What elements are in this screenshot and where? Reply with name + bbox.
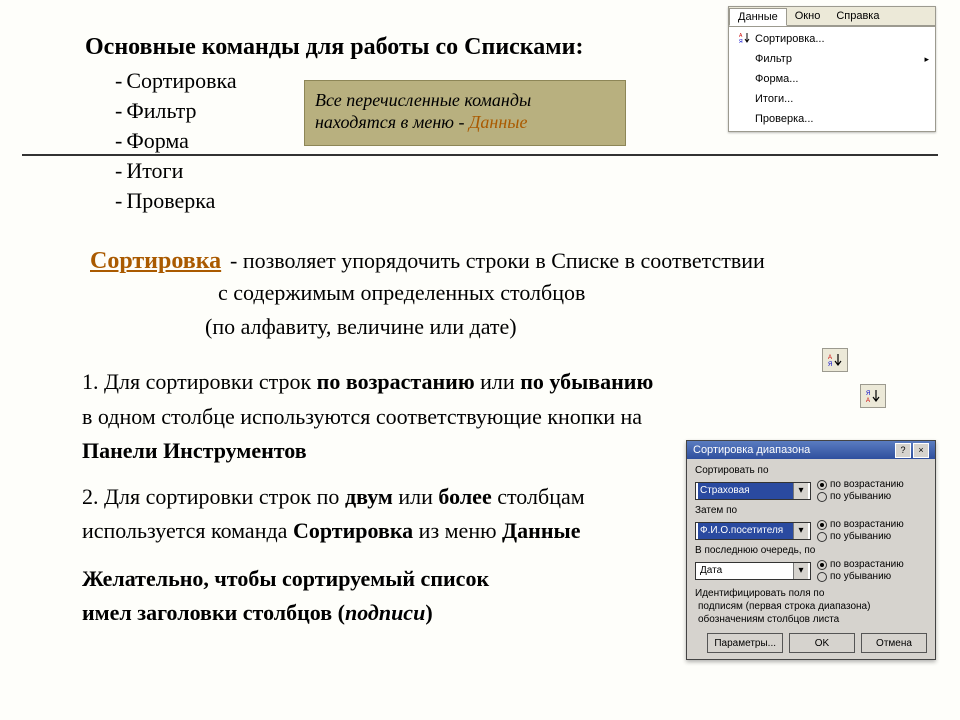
svg-text:Я: Я (866, 391, 870, 397)
step-1-line-1: 1. Для сортировки строк по возрастанию и… (82, 365, 653, 399)
page-title: Основные команды для работы со Списками: (85, 34, 583, 61)
params-button[interactable]: Параметры... (707, 633, 783, 653)
ok-button[interactable]: OK (789, 633, 855, 653)
sort-heading: Сортировка (90, 248, 221, 275)
label-identify: Идентифицировать поля по (695, 588, 927, 599)
combo-last-by[interactable]: Дата ▾ (695, 562, 811, 580)
bullet-check: Проверка (126, 188, 215, 213)
bullet-totals: Итоги (126, 158, 183, 183)
sort-icon: А Я (735, 32, 755, 46)
svg-text:Я: Я (828, 362, 832, 368)
chevron-down-icon[interactable]: ▾ (793, 523, 808, 539)
step-1-line-2: в одном столбце используются соответству… (82, 400, 642, 434)
svg-text:А: А (866, 398, 870, 404)
label-sort-by: Сортировать по (695, 465, 927, 476)
data-dropdown: А Я Сортировка... Фильтр ▸ Форма... Итог… (729, 26, 935, 131)
menu-help[interactable]: Справка (828, 8, 887, 24)
step-1-line-3: Панели Инструментов (82, 434, 307, 468)
data-menu-screenshot: Данные Окно Справка А Я Сортировка... Фи… (728, 6, 936, 132)
dialog-title: Сортировка диапазона (693, 441, 810, 459)
help-button[interactable]: ? (895, 443, 911, 458)
radio-ident-columns[interactable]: обозначениям столбцов листа (695, 614, 927, 625)
sort-dialog: Сортировка диапазона ? × Сортировать по … (686, 440, 936, 660)
bullet-sort: Сортировка (126, 68, 236, 93)
menu-data[interactable]: Данные (729, 8, 787, 26)
bullet-filter: Фильтр (126, 98, 196, 123)
note-line-2: имел заголовки столбцов (подписи) (82, 596, 433, 630)
menu-item-totals[interactable]: Итоги... (731, 89, 933, 109)
chevron-down-icon[interactable]: ▾ (793, 483, 808, 499)
step-2-line-1: 2. Для сортировки строк по двум или боле… (82, 480, 585, 514)
radio-desc-1[interactable]: по убыванию (817, 491, 904, 502)
sort-desc-1: - позволяет упорядочить строки в Списке … (230, 248, 765, 274)
menu-item-validation[interactable]: Проверка... (731, 109, 933, 129)
menu-window[interactable]: Окно (787, 8, 829, 24)
sort-asc-button[interactable]: А Я (822, 348, 848, 372)
bullet-form: Форма (126, 128, 189, 153)
svg-text:А: А (828, 355, 832, 361)
chevron-down-icon[interactable]: ▾ (793, 563, 808, 579)
combo-sort-by[interactable]: Страховая ▾ (695, 482, 811, 500)
divider (22, 154, 938, 156)
label-last-by: В последнюю очередь, по (695, 545, 927, 556)
radio-asc-2[interactable]: по возрастанию (817, 519, 904, 530)
radio-asc-3[interactable]: по возрастанию (817, 559, 904, 570)
menu-bar: Данные Окно Справка (729, 7, 935, 26)
sort-desc-2: с содержимым определенных столбцов (218, 280, 585, 306)
menu-item-form[interactable]: Форма... (731, 69, 933, 89)
cancel-button[interactable]: Отмена (861, 633, 927, 653)
radio-asc-1[interactable]: по возрастанию (817, 479, 904, 490)
step-2-line-2: используется команда Сортировка из меню … (82, 514, 580, 548)
note-line-1: Желательно, чтобы сортируемый список (82, 562, 489, 596)
close-button[interactable]: × (913, 443, 929, 458)
sort-desc-3: (по алфавиту, величине или дате) (205, 314, 517, 340)
note-highlight: Данные (469, 112, 528, 132)
svg-text:Я: Я (739, 39, 743, 44)
dialog-title-bar: Сортировка диапазона ? × (687, 441, 935, 459)
chevron-right-icon: ▸ (919, 54, 929, 65)
command-bullets: -Сортировка -Фильтр -Форма -Итоги -Прове… (115, 66, 237, 216)
menu-item-filter[interactable]: Фильтр ▸ (731, 49, 933, 69)
menu-note: Все перечисленные команды находятся в ме… (304, 80, 626, 146)
label-then-by: Затем по (695, 505, 927, 516)
menu-item-sort[interactable]: А Я Сортировка... (731, 29, 933, 49)
radio-desc-2[interactable]: по убыванию (817, 531, 904, 542)
radio-desc-3[interactable]: по убыванию (817, 571, 904, 582)
radio-ident-labels[interactable]: подписям (первая строка диапазона) (695, 601, 927, 612)
sort-desc-button[interactable]: Я А (860, 384, 886, 408)
combo-then-by[interactable]: Ф.И.О.посетителя ▾ (695, 522, 811, 540)
